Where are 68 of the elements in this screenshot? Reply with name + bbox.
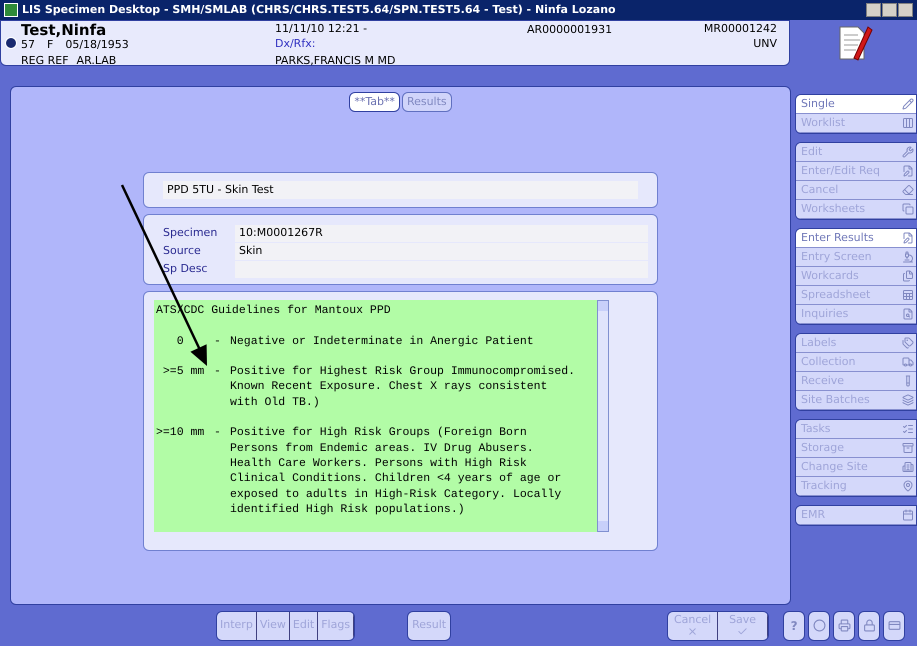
patient-sex: F: [47, 38, 54, 52]
field-label: Sp Desc: [163, 261, 208, 277]
toolbar-button[interactable]: [808, 610, 830, 640]
doctor-name: PARKS,FRANCIS M MD: [275, 53, 396, 68]
guideline-text: Negative or Indeterminate in Anergic Patient: [229, 334, 534, 349]
field-label: Specimen: [163, 225, 218, 241]
range-label: >=5 mm: [162, 364, 206, 380]
document-search-icon: [902, 308, 914, 320]
wrench-icon: [902, 146, 914, 158]
microscope-icon: [902, 251, 914, 263]
patient-dob: 05/18/1953: [65, 38, 129, 52]
tags-icon: [902, 337, 914, 349]
status: UNV: [753, 36, 777, 51]
eraser-icon: [902, 184, 914, 196]
pencil-icon: [902, 98, 914, 110]
patient-age: 57: [21, 38, 35, 52]
toolbar-button[interactable]: [883, 610, 906, 640]
range-label: 0: [176, 334, 185, 349]
close-button[interactable]: [898, 3, 913, 17]
range-separator: -: [214, 334, 222, 349]
sheet-icon: [902, 289, 914, 301]
toolbar-button[interactable]: [858, 610, 880, 640]
dx-link[interactable]: Dx/Rfx:: [275, 36, 527, 51]
x-icon: [687, 626, 698, 636]
field-value: 10:M0001267R: [235, 225, 648, 242]
tab[interactable]: **Tab**: [349, 92, 400, 112]
scrollbar[interactable]: [597, 300, 609, 532]
location: AR.LAB: [76, 54, 116, 68]
record-icon: [812, 619, 826, 632]
account-number: AR0000001931: [527, 23, 612, 36]
check-icon: [737, 626, 748, 636]
field-value: Skin: [235, 243, 648, 260]
menu-item[interactable]: Enter Results: [796, 229, 916, 248]
archive-icon: [902, 442, 914, 454]
truck-icon: [902, 356, 914, 368]
test-name: PPD 5TU - Skin Test: [163, 181, 638, 199]
building-icon: [902, 461, 914, 473]
copy-icon: [902, 203, 914, 215]
printer-icon: [838, 619, 851, 632]
range-label: >=10 mm: [156, 425, 206, 442]
collection-datetime: 11/11/10 12:21 -: [275, 22, 368, 36]
info-icon[interactable]: [5, 37, 17, 49]
lock-icon: [862, 619, 876, 632]
columns-icon: [902, 117, 914, 129]
guideline-text: Positive for Highest Risk Group Immunocompromised. Known Recent Exposure. Chest X rays consistent with Old TB.): [229, 364, 576, 410]
calendar-icon: [902, 509, 914, 521]
medical-record-number: MR00001242: [704, 22, 777, 36]
layers-icon: [902, 394, 914, 406]
card-icon: [888, 619, 901, 632]
toolbar-button[interactable]: [833, 610, 856, 640]
documents-icon: [902, 270, 914, 282]
tab[interactable]: Results: [402, 92, 452, 112]
window-title: LIS Specimen Desktop - SMH/SMLAB (CHRS/CHRS.TEST5.64/SPN.TEST5.64 - Test) - Ninfa Lozano: [22, 2, 617, 18]
field-label: Source: [163, 243, 202, 259]
registration-type: REG REF: [21, 54, 69, 68]
maximize-button[interactable]: [882, 3, 897, 17]
patient-name: Test,Ninfa: [21, 22, 108, 38]
checklist-icon: [902, 423, 914, 435]
document-pen-icon: [902, 165, 914, 177]
app-logo-icon: [4, 3, 18, 17]
range-separator: -: [214, 425, 222, 442]
guideline-text: Positive for High Risk Groups (Foreign Born Persons from Endemic areas. IV Drug Abusers. Health Care Workers. Persons with High Risk Clinical Conditions. Children <4 years of age or exposed to adults in High-Risk Category. Locally identified High Risk populations.): [229, 425, 562, 518]
document-pen-icon: [902, 232, 914, 244]
menu-item[interactable]: Single: [796, 95, 916, 114]
map-pin-icon: [902, 480, 914, 492]
range-separator: -: [214, 364, 222, 380]
help-button[interactable]: ?: [783, 610, 806, 640]
minimize-button[interactable]: [866, 3, 881, 17]
